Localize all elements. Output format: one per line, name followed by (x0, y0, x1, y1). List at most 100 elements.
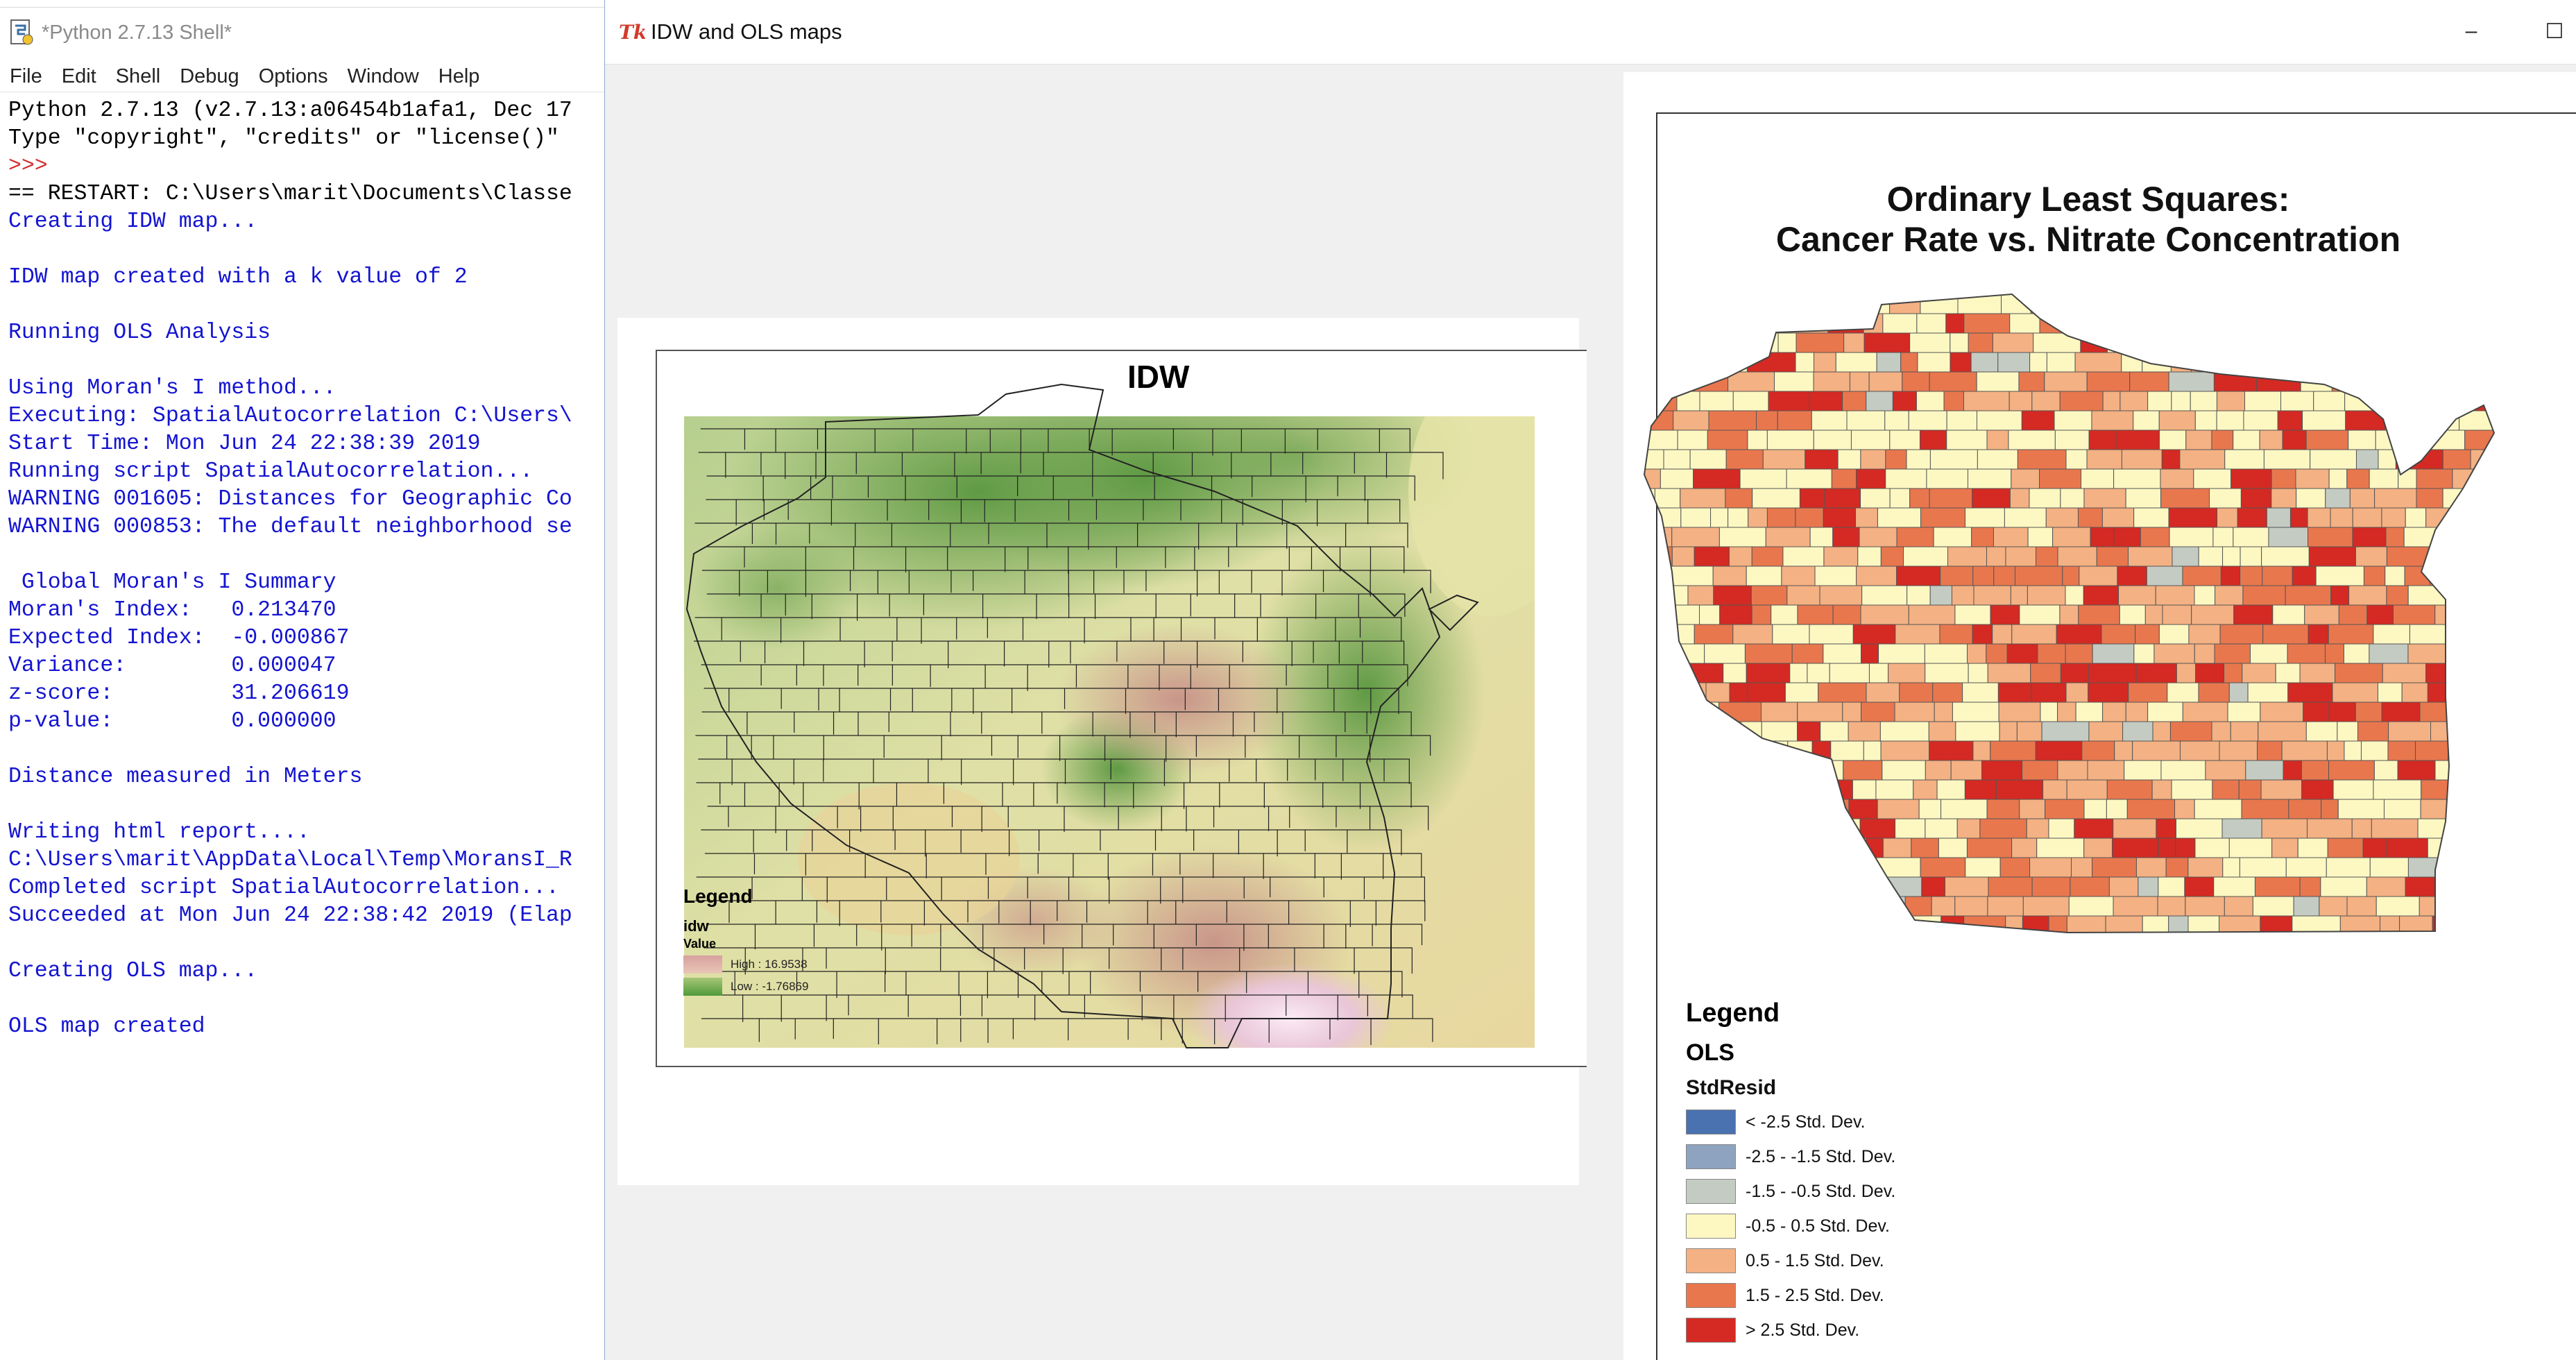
ols-county-cell (1781, 818, 1827, 839)
ols-county-cell (2293, 896, 2320, 917)
ols-county-cell (2398, 468, 2417, 489)
ols-county-cell (2194, 585, 2216, 606)
ols-legend-label: -0.5 - 0.5 Std. Dev. (1746, 1216, 1890, 1236)
ols-county-cell (1928, 721, 1956, 742)
minimize-button[interactable]: – (2450, 14, 2492, 49)
ols-county-cell (1918, 799, 1942, 819)
ols-county-cell (2459, 604, 2480, 645)
ols-county-cell (1950, 760, 1983, 781)
ols-county-cell (2240, 546, 2262, 567)
ols-county-cell (2403, 527, 2450, 547)
tk-titlebar[interactable]: Tk IDW and OLS maps – ☐ (605, 0, 2576, 65)
menu-edit[interactable]: Edit (62, 65, 96, 88)
ols-county-cell (1644, 760, 1685, 781)
ols-county-cell (2427, 682, 2460, 703)
ols-county-cell (2194, 838, 2230, 858)
ols-county-cell (2057, 702, 2076, 722)
ols-county-cell (1889, 430, 1920, 450)
ols-county-cell (1908, 410, 1947, 431)
ols-county-cell (2348, 585, 2387, 606)
ols-county-cell (2351, 294, 2370, 314)
ols-county-cell (2400, 430, 2419, 470)
console-line: Distance measured in Meters (8, 765, 363, 789)
ols-county-cell (2227, 702, 2261, 722)
menu-window[interactable]: Window (348, 65, 419, 88)
ols-county-cell (2446, 935, 2489, 955)
ols-county-cell (1710, 507, 1729, 528)
ols-county-cell (2484, 838, 2494, 858)
ols-legend-label: 0.5 - 1.5 Std. Dev. (1746, 1250, 1884, 1270)
menu-file[interactable]: File (10, 65, 42, 88)
ols-county-cell (2160, 488, 2210, 509)
ols-county-cell (1879, 721, 1929, 742)
ols-county-cell (1705, 682, 1730, 703)
ols-county-cell (2100, 294, 2138, 314)
ols-county-cell (1856, 876, 1888, 897)
ols-legend-swatch (1686, 1110, 1736, 1134)
ols-legend-label: > 2.5 Std. Dev. (1746, 1320, 1860, 1340)
ols-county-cell (1699, 391, 1734, 411)
python-shell-window[interactable]: *Python 2.7.13 Shell* File Edit Shell De… (0, 0, 605, 1360)
ols-county-cell (2008, 430, 2056, 450)
ols-county-cell (2459, 682, 2484, 703)
menu-options[interactable]: Options (259, 65, 328, 88)
console-line: Global Moran's I Summary (8, 570, 336, 595)
ols-county-cell (2135, 857, 2167, 878)
ols-county-cell (1876, 352, 1902, 373)
ols-county-cell (1725, 488, 1753, 509)
ols-county-cell (2376, 935, 2409, 955)
console-line: >>> (8, 154, 48, 178)
ols-county-cell (2113, 527, 2141, 547)
ols-legend-swatch (1686, 1283, 1736, 1308)
ols-county-cell (1875, 779, 1914, 800)
ols-county-cell (1986, 799, 2020, 819)
ols-county-cell (1799, 488, 1825, 509)
menu-shell[interactable]: Shell (116, 65, 161, 88)
ols-county-cell (1644, 876, 1671, 897)
ols-county-cell (2275, 663, 2301, 683)
ols-county-cell (1656, 935, 1673, 955)
ols-county-cell (1970, 352, 1999, 373)
ols-county-cell (2386, 585, 2409, 606)
ols-county-cell (1999, 857, 2031, 878)
shell-console-output[interactable]: Python 2.7.13 (v2.7.13:a06454b1afa1, Dec… (8, 97, 605, 1041)
ols-county-cell (2096, 546, 2129, 567)
maximize-button[interactable]: ☐ (2534, 14, 2575, 49)
ols-county-cell (2116, 430, 2160, 450)
ols-county-cell (2194, 410, 2217, 431)
ols-county-cell (2194, 799, 2242, 819)
ols-county-polygons (1644, 294, 2494, 955)
ols-county-cell (2158, 430, 2187, 450)
ols-county-cell (1644, 896, 1680, 917)
idw-legend-title: Legend (683, 885, 753, 907)
ols-county-cell (2355, 449, 2379, 470)
ols-county-cell (1950, 352, 1972, 373)
ols-county-cell (2267, 294, 2314, 314)
ols-county-cell (2344, 740, 2362, 761)
ols-county-cell (2474, 779, 2494, 800)
menu-debug[interactable]: Debug (180, 65, 239, 88)
ols-county-cell (1644, 702, 1655, 722)
ols-county-cell (2062, 566, 2080, 586)
ols-county-cell (1842, 702, 1862, 722)
idw-ols-maps-window[interactable]: Tk IDW and OLS maps – ☐ IDW Legend idw V… (605, 0, 2576, 1360)
ols-county-cell (2219, 624, 2264, 645)
ols-county-cell (2454, 799, 2476, 819)
ols-county-cell (2376, 352, 2405, 373)
ols-county-cell (2453, 391, 2475, 411)
ols-county-cell (2405, 507, 2427, 528)
ols-county-cell (2184, 876, 2215, 897)
ols-county-cell (2138, 876, 2159, 897)
ols-county-cell (1956, 818, 1981, 839)
menu-help[interactable]: Help (438, 65, 480, 88)
ols-county-cell (1972, 740, 1991, 761)
ols-county-cell (1913, 779, 1938, 800)
ols-county-cell (2471, 760, 2494, 781)
ols-legend: Legend OLS StdResid < -2.5 Std. Dev. -2.5… (1686, 998, 1895, 1343)
ols-county-cell (2409, 624, 2451, 645)
idw-low-swatch (683, 978, 722, 996)
ols-county-cell (1920, 507, 1966, 528)
shell-titlebar[interactable]: *Python 2.7.13 Shell* (0, 8, 605, 57)
